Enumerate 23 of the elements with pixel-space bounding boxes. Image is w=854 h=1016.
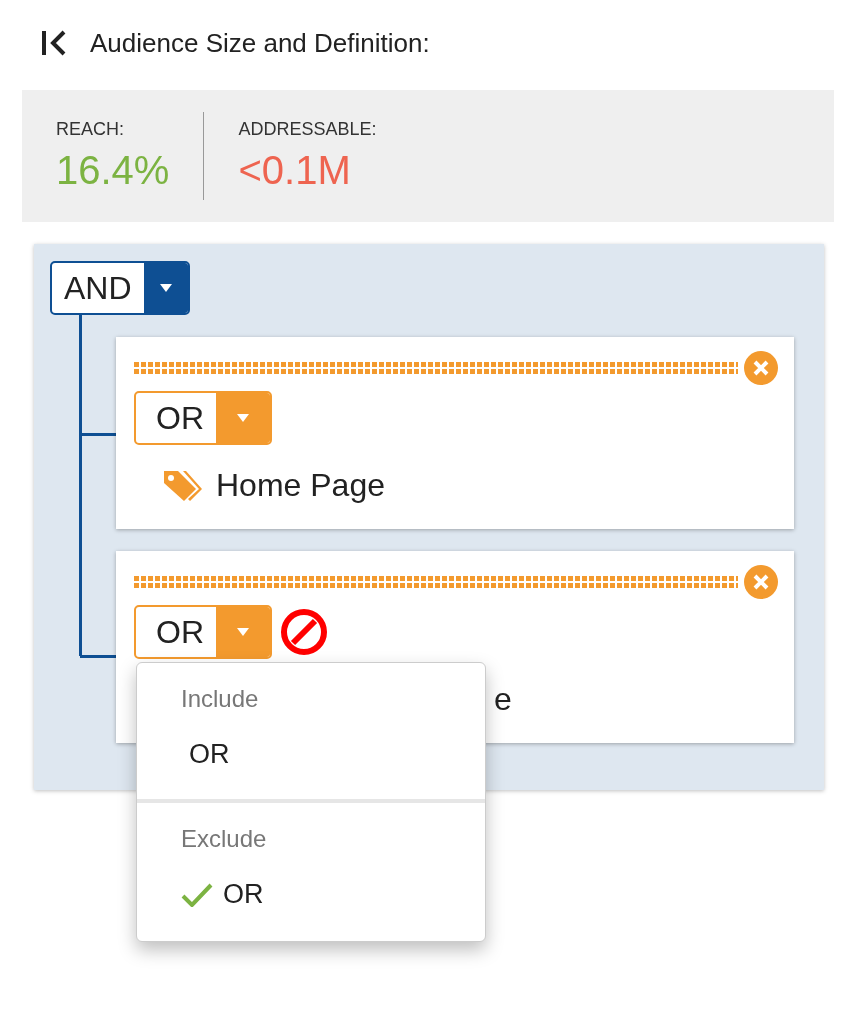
stat-value: <0.1M	[238, 148, 352, 193]
drag-handle[interactable]	[134, 576, 738, 588]
caret-icon	[158, 283, 173, 293]
tag-icon	[162, 468, 204, 503]
menu-option[interactable]: OR	[189, 739, 485, 770]
menu-heading: Exclude	[181, 825, 268, 853]
check-icon	[181, 882, 213, 907]
stat-value: 16.4%	[56, 148, 170, 193]
stat-label: REACH:	[56, 119, 125, 140]
close-icon[interactable]	[744, 565, 778, 599]
operator-dropdown[interactable]: OR	[134, 391, 272, 445]
drag-handle[interactable]	[134, 362, 738, 374]
page-title: Audience Size and Definition:	[90, 27, 430, 59]
rule-label: e	[494, 681, 512, 718]
operator-dropdown[interactable]: AND	[50, 261, 190, 315]
caret-icon	[236, 413, 250, 423]
stat-label: ADDRESSABLE:	[238, 119, 377, 140]
operator-dropdown[interactable]: OR	[134, 605, 272, 659]
menu-option[interactable]: OR	[181, 879, 485, 910]
menu-heading: Include	[181, 685, 260, 713]
close-icon[interactable]	[744, 351, 778, 385]
rule-label: Home Page	[216, 467, 385, 504]
caret-icon	[236, 627, 250, 637]
